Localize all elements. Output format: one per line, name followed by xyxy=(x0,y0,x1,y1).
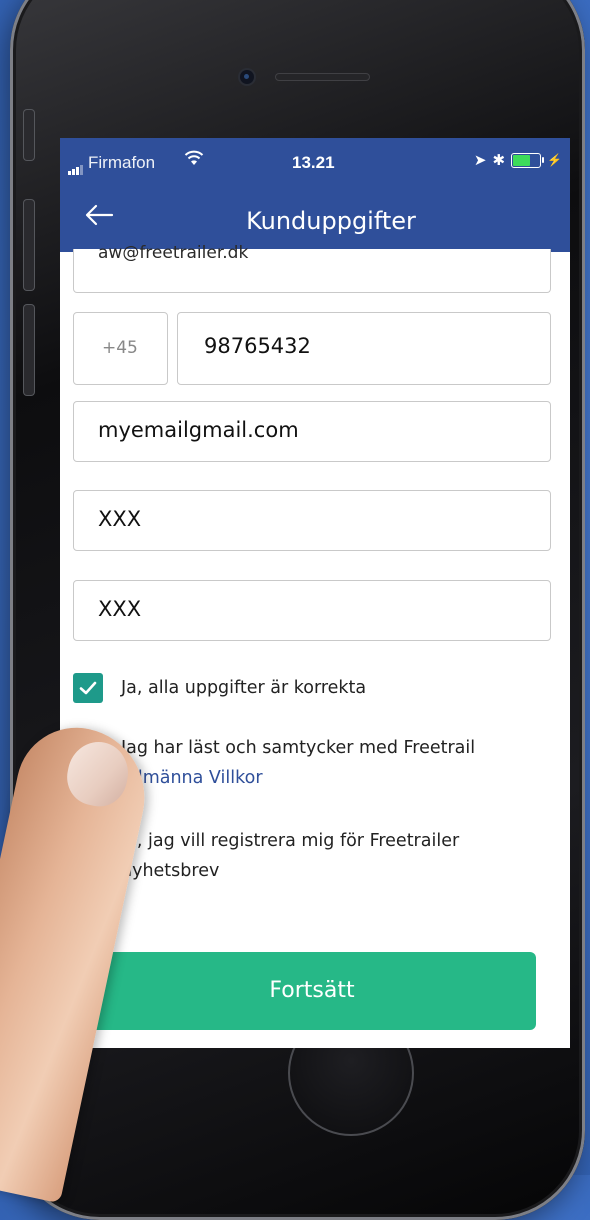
checkmark-icon xyxy=(79,681,97,695)
clock: 13.21 xyxy=(292,153,335,172)
form-content: aw@freetrailer.dk +45 98765432 myemailgm… xyxy=(60,243,570,1048)
charging-icon: ⚡ xyxy=(547,153,562,167)
volume-down-button xyxy=(24,305,34,395)
continue-button[interactable]: Fortsätt xyxy=(88,952,536,1030)
email-value: myemailgmail.com xyxy=(98,418,299,442)
country-code-value: +45 xyxy=(102,338,138,358)
phone-value: 98765432 xyxy=(204,334,311,358)
previous-field-value: aw@freetrailer.dk xyxy=(98,243,249,263)
text-field-4-value: XXX xyxy=(98,507,142,531)
page-title: Kunduppgifter xyxy=(246,207,416,235)
location-arrow-icon: ➤ xyxy=(473,152,487,169)
checkbox-correct-label: Ja, alla uppgifter är korrekta xyxy=(121,678,367,698)
text-field-5-value: XXX xyxy=(98,597,142,621)
terms-link[interactable]: Allmänna Villkor xyxy=(121,763,475,793)
thumbnail xyxy=(61,736,134,812)
signal-bars-icon xyxy=(68,154,84,175)
battery-icon xyxy=(511,152,545,168)
checkbox-correct[interactable] xyxy=(73,673,103,703)
country-code-field[interactable]: +45 xyxy=(73,312,168,385)
earpiece-speaker xyxy=(275,73,370,81)
wifi-icon xyxy=(184,150,204,171)
checkbox-newsletter-label: Ja, jag vill registrera mig för Freetrai… xyxy=(121,831,460,851)
app-screen: Firmafon 13.21 ➤ ✱ ⚡ Kunduppgifter aw@fr… xyxy=(60,138,570,1048)
checkbox-terms-label-wrap: Jag har läst och samtycker med Freetrail… xyxy=(121,733,475,793)
checkbox-newsletter-label-wrap: Ja, jag vill registrera mig för Freetrai… xyxy=(121,826,459,886)
front-camera xyxy=(240,70,254,84)
checkbox-newsletter-label-line2: nyhetsbrev xyxy=(121,861,220,881)
volume-up-button xyxy=(24,200,34,290)
mute-switch xyxy=(24,110,34,160)
checkbox-terms-label: Jag har läst och samtycker med Freetrail xyxy=(121,738,476,758)
status-icons: ➤ ✱ ⚡ xyxy=(474,151,562,169)
text-field-4[interactable]: XXX xyxy=(73,490,551,551)
carrier-name: Firmafon xyxy=(88,153,156,172)
checkbox-row-correct[interactable]: Ja, alla uppgifter är korrekta xyxy=(73,673,366,703)
status-bar: Firmafon 13.21 ➤ ✱ ⚡ xyxy=(60,138,570,190)
phone-field[interactable]: 98765432 xyxy=(177,312,551,385)
email-field[interactable]: myemailgmail.com xyxy=(73,401,551,462)
text-field-5[interactable]: XXX xyxy=(73,580,551,641)
previous-field[interactable]: aw@freetrailer.dk xyxy=(73,243,551,293)
bluetooth-icon: ✱ xyxy=(492,152,506,169)
